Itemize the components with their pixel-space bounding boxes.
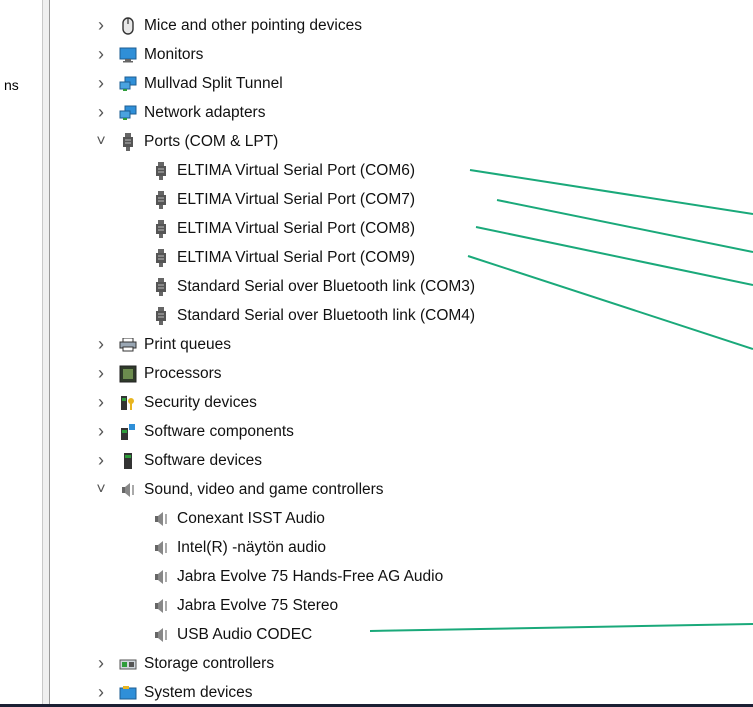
expand-chevron-icon[interactable]: › — [94, 15, 108, 36]
console-tree-pane[interactable]: ns — [0, 0, 43, 704]
storage-icon — [119, 655, 137, 673]
speaker-icon — [152, 626, 170, 644]
tree-category-network-adapters[interactable]: › Network adapters — [94, 98, 265, 127]
tree-category-label: Ports (COM & LPT) — [144, 132, 279, 150]
expand-chevron-icon[interactable]: › — [94, 653, 108, 674]
tree-category-label: System devices — [144, 683, 253, 701]
tree-category-processors[interactable]: › Processors — [94, 359, 222, 388]
tree-device-label: Conexant ISST Audio — [177, 509, 325, 527]
tree-category-label: Security devices — [144, 393, 257, 411]
port-icon — [152, 306, 170, 325]
expand-chevron-icon[interactable]: › — [94, 392, 108, 413]
tree-device-intel-r-n-yt-n-audio[interactable]: Intel(R) -näytön audio — [152, 533, 326, 562]
expand-chevron-icon[interactable]: › — [94, 73, 108, 94]
tree-category-ports-com-lpt[interactable]: ˅ Ports (COM & LPT) — [94, 127, 278, 156]
speaker-icon — [152, 568, 170, 586]
expand-chevron-icon[interactable]: › — [94, 44, 108, 65]
tree-device-label: Standard Serial over Bluetooth link (COM… — [177, 306, 476, 324]
tree-device-eltima-virtual-serial-port-com7[interactable]: ELTIMA Virtual Serial Port (COM7) — [152, 185, 415, 214]
tree-device-eltima-virtual-serial-port-com9[interactable]: ELTIMA Virtual Serial Port (COM9) — [152, 243, 415, 272]
tree-category-mice-and-other-pointing-devices[interactable]: › Mice and other pointing devices — [94, 11, 362, 40]
port-icon — [152, 190, 170, 209]
port-icon — [119, 132, 137, 151]
tree-device-usb-audio-codec[interactable]: USB Audio CODEC — [152, 620, 312, 649]
port-icon — [152, 161, 170, 180]
speaker-icon — [152, 539, 170, 557]
tree-category-storage-controllers[interactable]: › Storage controllers — [94, 649, 274, 678]
tree-device-jabra-evolve-75-stereo[interactable]: Jabra Evolve 75 Stereo — [152, 591, 338, 620]
expand-chevron-icon[interactable]: › — [94, 421, 108, 442]
tree-category-sound-video-and-game-controllers[interactable]: ˅ Sound, video and game controllers — [94, 475, 384, 504]
tree-category-label: Software components — [144, 422, 294, 440]
network-icon — [119, 104, 137, 122]
tree-device-standard-serial-over-bluetooth-link-com4[interactable]: Standard Serial over Bluetooth link (COM… — [152, 301, 475, 330]
monitor-icon — [119, 46, 137, 64]
port-icon — [152, 219, 170, 238]
device-manager-window: ns › Mice and other pointing devices › Moni… — [0, 0, 753, 704]
speaker-icon — [119, 481, 137, 499]
tree-category-label: Mullvad Split Tunnel — [144, 74, 283, 92]
port-icon — [152, 277, 170, 296]
tree-device-label: Jabra Evolve 75 Hands-Free AG Audio — [177, 567, 444, 585]
tree-device-label: Intel(R) -näytön audio — [177, 538, 327, 556]
tree-category-label: Monitors — [144, 45, 204, 63]
expand-chevron-icon[interactable]: › — [94, 363, 108, 384]
device-tree: › Mice and other pointing devices › Monitor… — [50, 0, 753, 704]
tree-device-label: Standard Serial over Bluetooth link (COM… — [177, 277, 476, 295]
expand-chevron-icon[interactable]: › — [94, 102, 108, 123]
speaker-icon — [152, 510, 170, 528]
tree-device-label: USB Audio CODEC — [177, 625, 313, 643]
collapse-chevron-icon[interactable]: ˅ — [94, 481, 108, 499]
tree-category-label: Print queues — [144, 335, 232, 353]
tree-category-print-queues[interactable]: › Print queues — [94, 330, 231, 359]
software-device-icon — [119, 452, 137, 470]
tree-category-system-devices[interactable]: › System devices — [94, 678, 253, 707]
tree-category-label: Sound, video and game controllers — [144, 480, 384, 498]
tree-device-label: ELTIMA Virtual Serial Port (COM6) — [177, 161, 416, 179]
tree-category-software-devices[interactable]: › Software devices — [94, 446, 262, 475]
tree-device-eltima-virtual-serial-port-com8[interactable]: ELTIMA Virtual Serial Port (COM8) — [152, 214, 415, 243]
collapse-chevron-icon[interactable]: ˅ — [94, 133, 108, 151]
printer-icon — [119, 336, 137, 354]
truncated-tree-label: ns — [4, 77, 19, 93]
tree-device-label: ELTIMA Virtual Serial Port (COM7) — [177, 190, 416, 208]
tree-device-label: ELTIMA Virtual Serial Port (COM9) — [177, 248, 416, 266]
system-devices-icon — [119, 684, 137, 702]
tree-device-jabra-evolve-75-hands-free-ag-audio[interactable]: Jabra Evolve 75 Hands-Free AG Audio — [152, 562, 443, 591]
tree-category-monitors[interactable]: › Monitors — [94, 40, 203, 69]
tree-category-label: Processors — [144, 364, 222, 382]
tree-category-security-devices[interactable]: › Security devices — [94, 388, 257, 417]
tree-device-label: ELTIMA Virtual Serial Port (COM8) — [177, 219, 416, 237]
expand-chevron-icon[interactable]: › — [94, 682, 108, 703]
tree-category-label: Software devices — [144, 451, 263, 469]
security-icon — [119, 394, 137, 412]
tree-device-eltima-virtual-serial-port-com6[interactable]: ELTIMA Virtual Serial Port (COM6) — [152, 156, 415, 185]
tree-device-label: Jabra Evolve 75 Stereo — [177, 596, 339, 614]
speaker-icon — [152, 597, 170, 615]
mouse-icon — [119, 16, 137, 35]
tree-category-software-components[interactable]: › Software components — [94, 417, 294, 446]
network-icon — [119, 75, 137, 93]
expand-chevron-icon[interactable]: › — [94, 450, 108, 471]
tree-device-conexant-isst-audio[interactable]: Conexant ISST Audio — [152, 504, 325, 533]
port-icon — [152, 248, 170, 267]
tree-category-label: Mice and other pointing devices — [144, 16, 362, 34]
pane-splitter[interactable] — [43, 0, 50, 704]
expand-chevron-icon[interactable]: › — [94, 334, 108, 355]
tree-category-label: Storage controllers — [144, 654, 275, 672]
tree-device-standard-serial-over-bluetooth-link-com3[interactable]: Standard Serial over Bluetooth link (COM… — [152, 272, 475, 301]
tree-category-label: Network adapters — [144, 103, 266, 121]
processor-icon — [119, 365, 137, 383]
tree-category-mullvad-split-tunnel[interactable]: › Mullvad Split Tunnel — [94, 69, 283, 98]
software-components-icon — [119, 423, 137, 441]
